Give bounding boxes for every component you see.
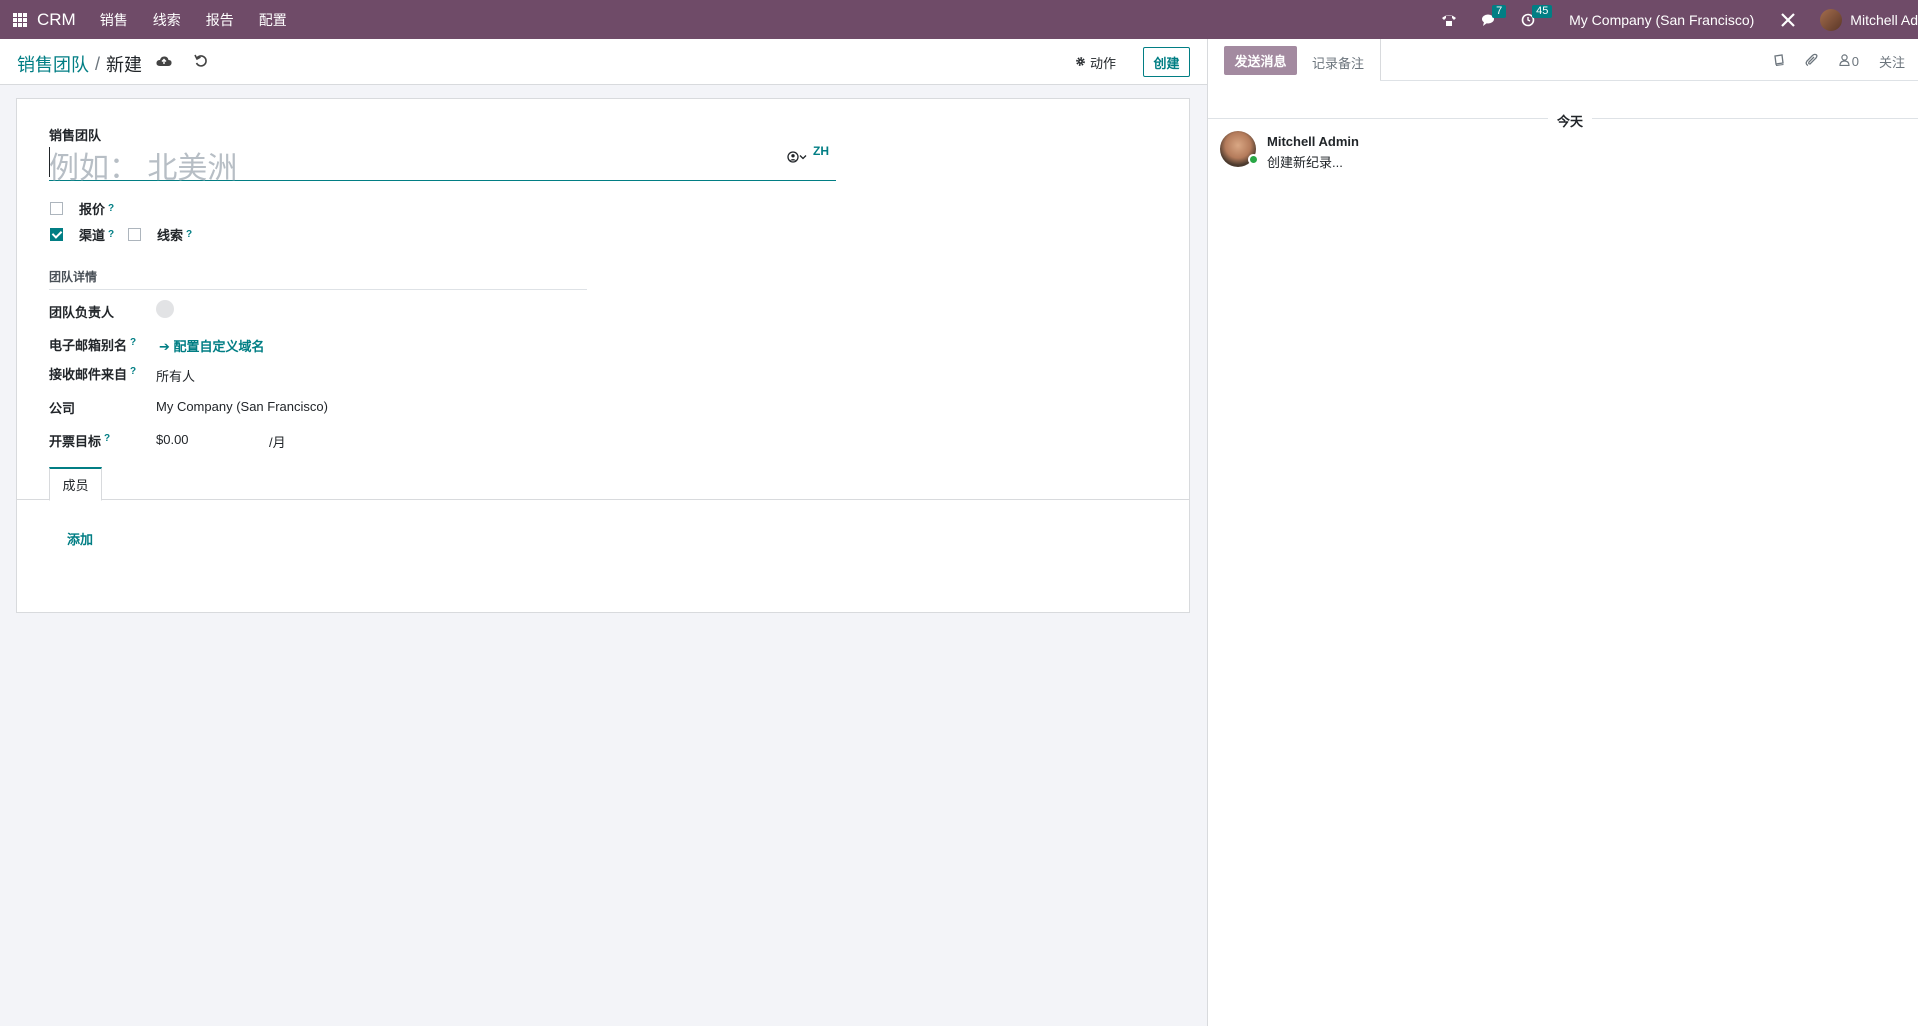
email-alias-help[interactable]: ? xyxy=(130,337,136,348)
company-switcher[interactable]: My Company (San Francisco) xyxy=(1569,12,1754,28)
team-leader-field[interactable] xyxy=(156,300,174,318)
menu-sales[interactable]: 销售 xyxy=(100,10,128,30)
day-label: 今天 xyxy=(1556,114,1583,129)
breadcrumb: 销售团队 / 新建 xyxy=(17,51,142,77)
breadcrumb-parent[interactable]: 销售团队 xyxy=(17,51,89,77)
app-name[interactable]: CRM xyxy=(37,10,76,30)
menu-configuration[interactable]: 配置 xyxy=(259,10,287,30)
team-leader-label: 团队负责人 xyxy=(49,305,115,320)
chatter-divider xyxy=(1380,39,1381,81)
paperclip-icon[interactable] xyxy=(1805,53,1819,70)
breadcrumb-separator: / xyxy=(95,53,101,74)
invoicing-target-input[interactable]: $0.00 xyxy=(156,432,189,447)
chatter-underline xyxy=(1380,80,1918,81)
chatter-topbar: 发送消息 记录备注 0 关注 xyxy=(1208,39,1918,81)
arrow-right-icon: ➔ xyxy=(159,339,170,354)
leads-checkbox-row: 线索 ? xyxy=(128,225,192,244)
pipeline-help[interactable]: ? xyxy=(108,229,114,240)
messages-icon[interactable]: 7 xyxy=(1481,4,1507,27)
menu-leads[interactable]: 线索 xyxy=(153,10,181,30)
pipeline-checkbox-row: 渠道 ? xyxy=(50,225,114,244)
leads-checkbox[interactable] xyxy=(128,228,141,241)
online-status-icon xyxy=(1248,154,1259,165)
pipeline-label: 渠道 xyxy=(79,228,106,243)
invoicing-target-label-row: 开票目标? xyxy=(49,431,110,450)
menu-reporting[interactable]: 报告 xyxy=(206,10,234,30)
invoicing-target-unit: /月 xyxy=(269,435,286,450)
control-panel: 销售团队 / 新建 动作 创建 xyxy=(0,39,1207,85)
debug-tools-icon[interactable] xyxy=(1780,12,1796,28)
empty-avatar-icon xyxy=(156,300,174,318)
top-navbar: CRM 销售 线索 报告 配置 7 45 My Company (San Fra… xyxy=(0,0,1918,39)
gear-icon xyxy=(1075,55,1086,70)
discard-undo-icon[interactable] xyxy=(192,52,210,70)
activities-badge: 45 xyxy=(1532,4,1553,18)
text-cursor xyxy=(49,147,50,177)
activity-clock-icon[interactable]: 45 xyxy=(1521,4,1553,27)
chatter-actions: 0 关注 xyxy=(1773,52,1905,71)
quotations-help[interactable]: ? xyxy=(108,203,114,214)
save-cloud-icon[interactable] xyxy=(155,52,173,70)
message-body: 创建新纪录... xyxy=(1267,155,1343,170)
accept-from-label-row: 接收邮件来自? xyxy=(49,364,136,383)
company-field[interactable]: My Company (San Francisco) xyxy=(156,399,328,414)
user-avatar[interactable] xyxy=(1820,8,1843,31)
phone-icon[interactable] xyxy=(1441,13,1457,27)
follow-button[interactable]: 关注 xyxy=(1879,52,1905,71)
day-separator-line-left xyxy=(1208,118,1548,119)
add-member-link[interactable]: 添加 xyxy=(67,529,93,548)
quotations-checkbox[interactable] xyxy=(50,202,63,215)
create-button[interactable]: 创建 xyxy=(1143,47,1190,77)
user-circle-dropdown-icon[interactable] xyxy=(787,151,809,166)
log-note-button[interactable]: 记录备注 xyxy=(1312,53,1364,72)
breadcrumb-current: 新建 xyxy=(106,55,143,75)
followers-count: 0 xyxy=(1851,54,1859,69)
quotations-label: 报价 xyxy=(79,202,106,217)
apps-grid-icon[interactable] xyxy=(13,12,27,27)
book-icon[interactable] xyxy=(1773,54,1785,69)
followers-button[interactable]: 0 xyxy=(1839,54,1859,69)
invoicing-target-label: 开票目标 xyxy=(49,434,102,449)
user-menu[interactable]: Mitchell Ad xyxy=(1850,12,1918,28)
team-name-input[interactable]: 例如： 北美洲 xyxy=(49,141,836,185)
messages-badge: 7 xyxy=(1492,4,1507,18)
send-message-button[interactable]: 发送消息 xyxy=(1224,46,1297,75)
tab-members[interactable]: 成员 xyxy=(49,467,102,501)
notebook-tabs: 成员 xyxy=(17,467,1189,501)
user-icon xyxy=(1839,54,1850,69)
email-alias-label: 电子邮箱别名 xyxy=(49,338,128,353)
accept-from-help[interactable]: ? xyxy=(130,366,136,377)
message-author[interactable]: Mitchell Admin xyxy=(1267,134,1359,149)
action-label: 动作 xyxy=(1090,56,1117,71)
form-sheet: 销售团队 例如： 北美洲 ZH 报价 ? 渠道 ? 线索 ? 团队详情 团队负责… xyxy=(16,98,1190,613)
pipeline-checkbox[interactable] xyxy=(50,228,63,241)
leads-label: 线索 xyxy=(157,228,184,243)
chatter-panel: 发送消息 记录备注 0 关注 今天 Mitchell Admin 创建新纪录..… xyxy=(1207,39,1918,1026)
leads-help[interactable]: ? xyxy=(186,229,192,240)
team-name-placeholder: 例如： 北美洲 xyxy=(49,152,238,185)
configure-domain-link[interactable]: ➔ 配置自定义域名 xyxy=(159,336,265,355)
accept-from-select[interactable]: 所有人 xyxy=(156,366,195,385)
invoicing-target-help[interactable]: ? xyxy=(104,433,110,444)
configure-domain-label: 配置自定义域名 xyxy=(173,339,265,354)
email-alias-label-row: 电子邮箱别名? xyxy=(49,335,136,354)
team-details-section-title: 团队详情 xyxy=(49,268,587,290)
action-menu-button[interactable]: 动作 xyxy=(1075,53,1116,72)
company-label: 公司 xyxy=(49,401,76,416)
translate-lang-button[interactable]: ZH xyxy=(813,144,829,158)
navbar-systray: 7 45 My Company (San Francisco) Mitchell… xyxy=(1441,0,1918,39)
day-separator-line-right xyxy=(1592,118,1918,119)
accept-from-label: 接收邮件来自 xyxy=(49,367,128,382)
quotations-checkbox-row: 报价 ? xyxy=(50,199,114,218)
day-separator: 今天 xyxy=(1208,111,1918,129)
